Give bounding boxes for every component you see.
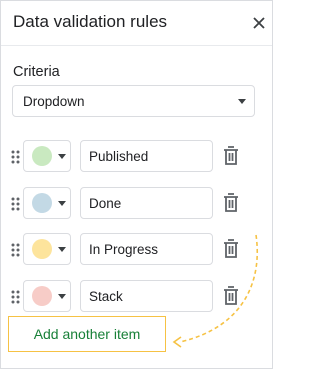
criteria-selected-value: Dropdown [23, 94, 85, 109]
chevron-down-icon [58, 201, 66, 206]
color-picker-button[interactable] [23, 280, 71, 312]
header-divider [1, 45, 272, 46]
item-value-input[interactable] [80, 140, 213, 172]
chevron-down-icon [58, 294, 66, 299]
criteria-dropdown[interactable]: Dropdown [12, 85, 255, 117]
panel-header: Data validation rules [1, 1, 272, 45]
color-picker-button[interactable] [23, 233, 71, 265]
trash-icon[interactable] [221, 192, 241, 214]
color-swatch [32, 193, 52, 213]
close-icon[interactable] [247, 11, 271, 35]
drag-handle-icon[interactable] [10, 243, 22, 257]
chevron-down-icon [58, 247, 66, 252]
chevron-down-icon [58, 154, 66, 159]
add-another-item-button[interactable]: Add another item [8, 316, 166, 352]
data-validation-panel: Data validation rules Criteria Dropdown [0, 0, 273, 369]
list-item [1, 187, 272, 221]
chevron-down-icon [238, 99, 246, 104]
color-picker-button[interactable] [23, 140, 71, 172]
color-swatch [32, 146, 52, 166]
color-swatch [32, 239, 52, 259]
panel-title: Data validation rules [13, 12, 168, 31]
item-value-input[interactable] [80, 187, 213, 219]
drag-handle-icon[interactable] [10, 150, 22, 164]
dashed-arrow-annotation [172, 234, 259, 348]
color-picker-button[interactable] [23, 187, 71, 219]
trash-icon[interactable] [221, 145, 241, 167]
color-swatch [32, 286, 52, 306]
drag-handle-icon[interactable] [10, 197, 22, 211]
drag-handle-icon[interactable] [10, 290, 22, 304]
list-item [1, 140, 272, 174]
criteria-label: Criteria [13, 64, 60, 80]
